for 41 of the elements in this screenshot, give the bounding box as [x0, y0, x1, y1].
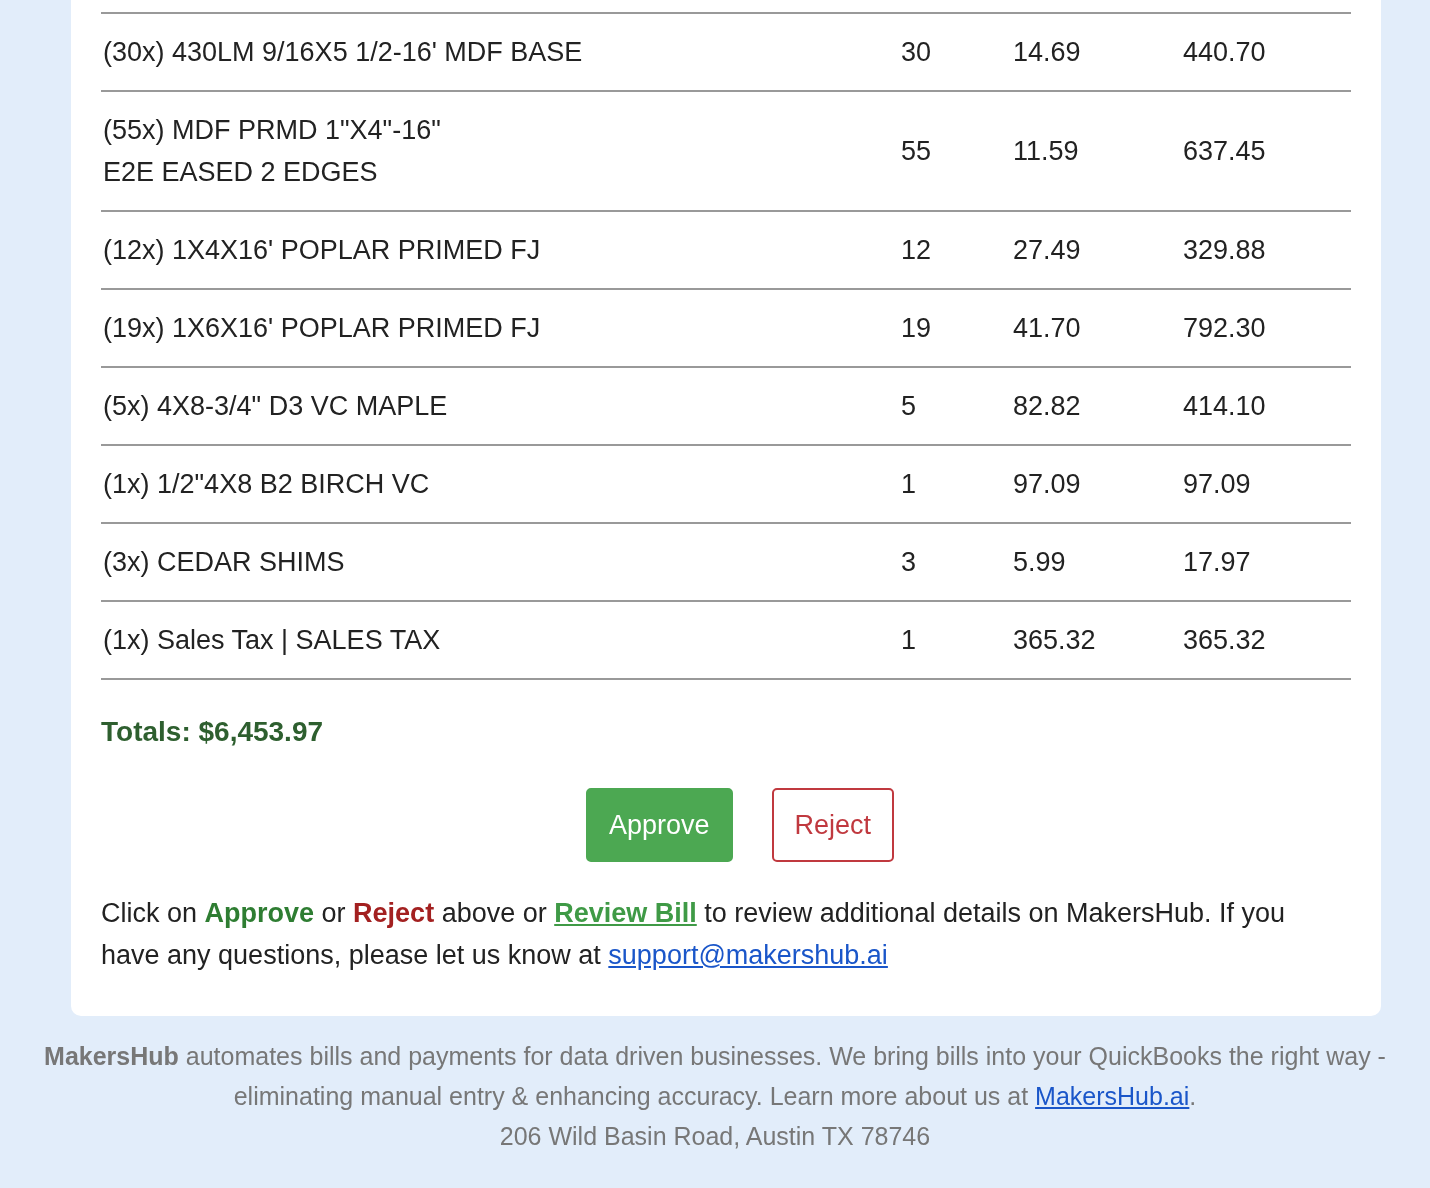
- item-description: (5x) 4X8-3/4" D3 VC MAPLE: [101, 367, 901, 445]
- totals-text: Totals: $6,453.97: [101, 716, 325, 748]
- item-total: 17.97: [1183, 523, 1351, 601]
- item-price: 82.82: [1013, 367, 1183, 445]
- item-total: 792.30: [1183, 289, 1351, 367]
- reject-button[interactable]: Reject: [771, 788, 895, 862]
- item-quantity: 3: [901, 523, 1013, 601]
- website-link[interactable]: MakersHub.ai: [1035, 1082, 1190, 1110]
- item-total: 440.70: [1183, 13, 1351, 91]
- item-total: 329.88: [1183, 211, 1351, 289]
- item-description: (12x) 1X4X16' POPLAR PRIMED FJ: [101, 211, 901, 289]
- message-text: Click on Approve or Reject above or Review Bill to review additional details on MakersHub. If you have any questions, please let us know at support@makershub.ai: [101, 897, 1287, 972]
- item-description: (1x) Sales Tax | SALES TAX: [101, 601, 901, 679]
- item-quantity: 1: [901, 601, 1013, 679]
- item-price: 41.70: [1013, 289, 1183, 367]
- item-total: 365.32: [1183, 601, 1351, 679]
- item-description: (30x) 430LM 9/16X5 1/2-16' MDF BASE: [101, 13, 901, 91]
- item-quantity: 30: [901, 13, 1013, 91]
- item-price: 27.49: [1013, 211, 1183, 289]
- item-quantity: 12: [901, 211, 1013, 289]
- review-bill-link[interactable]: Review Bill: [554, 898, 697, 928]
- item-description: (55x) MDF PRMD 1"X4"-16" E2E EASED 2 EDGES: [101, 91, 901, 211]
- item-total: 97.09: [1183, 445, 1351, 523]
- item-price: 14.69: [1013, 13, 1183, 91]
- approve-button[interactable]: Approve: [585, 788, 733, 862]
- item-quantity: 19: [901, 289, 1013, 367]
- item-quantity: 55: [901, 91, 1013, 211]
- item-quantity: 1: [901, 445, 1013, 523]
- item-price: 11.59: [1013, 91, 1183, 211]
- item-description: (1x) 1/2"4X8 B2 BIRCH VC: [101, 445, 901, 523]
- item-total: 414.10: [1183, 367, 1351, 445]
- item-total: 637.45: [1183, 91, 1351, 211]
- item-description: (3x) CEDAR SHIMS: [101, 523, 901, 601]
- item-price: 365.32: [1013, 601, 1183, 679]
- footer-text: MakersHub automates bills and payments for data driven businesses. We bring bills into your QuickBooks the right way - eliminating manual entry & enhancing accuracy. Learn more about us at MakersHub.ai.: [43, 1041, 1387, 1112]
- item-quantity: 5: [901, 367, 1013, 445]
- item-price: 5.99: [1013, 523, 1183, 601]
- address-text: 206 Wild Basin Road, Austin TX 78746: [498, 1121, 932, 1152]
- item-price: 97.09: [1013, 445, 1183, 523]
- email-link[interactable]: support@makershub.ai: [608, 940, 888, 970]
- item-description: (19x) 1X6X16' POPLAR PRIMED FJ: [101, 289, 901, 367]
